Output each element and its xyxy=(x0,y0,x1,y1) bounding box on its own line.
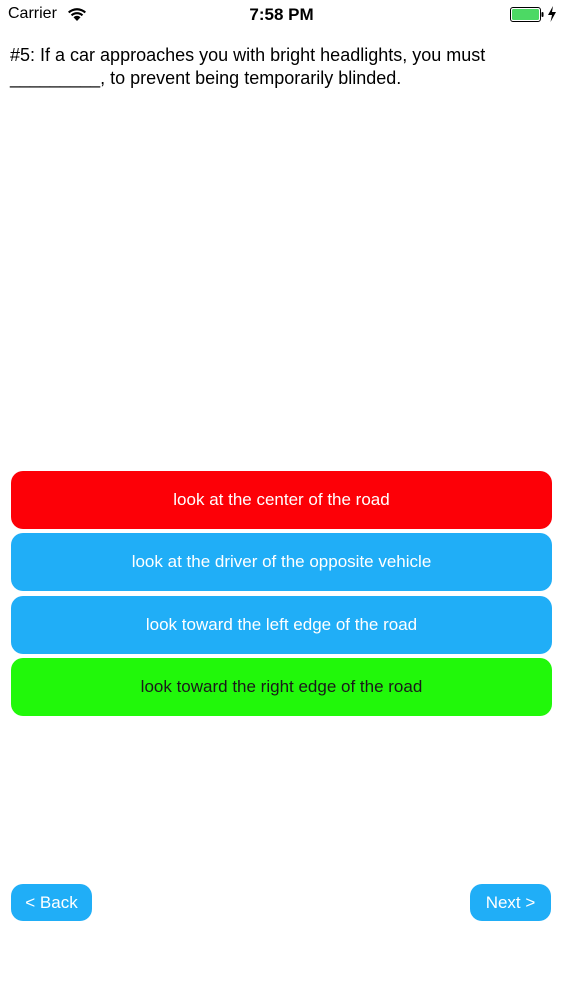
clock-time: 7:58 PM xyxy=(249,5,314,24)
next-button[interactable]: Next > xyxy=(470,884,551,921)
charging-bolt-icon xyxy=(548,6,556,22)
answer-option-4[interactable]: look toward the right edge of the road xyxy=(11,658,552,716)
question-text: #5: If a car approaches you with bright … xyxy=(10,45,486,88)
battery-icon xyxy=(510,7,544,22)
answer-option-3[interactable]: look toward the left edge of the road xyxy=(11,596,552,654)
answer-option-2[interactable]: look at the driver of the opposite vehic… xyxy=(11,533,552,591)
back-button[interactable]: < Back xyxy=(11,884,92,921)
status-bar: Carrier 7:58 PM xyxy=(0,0,563,30)
answer-option-1[interactable]: look at the center of the road xyxy=(11,471,552,529)
